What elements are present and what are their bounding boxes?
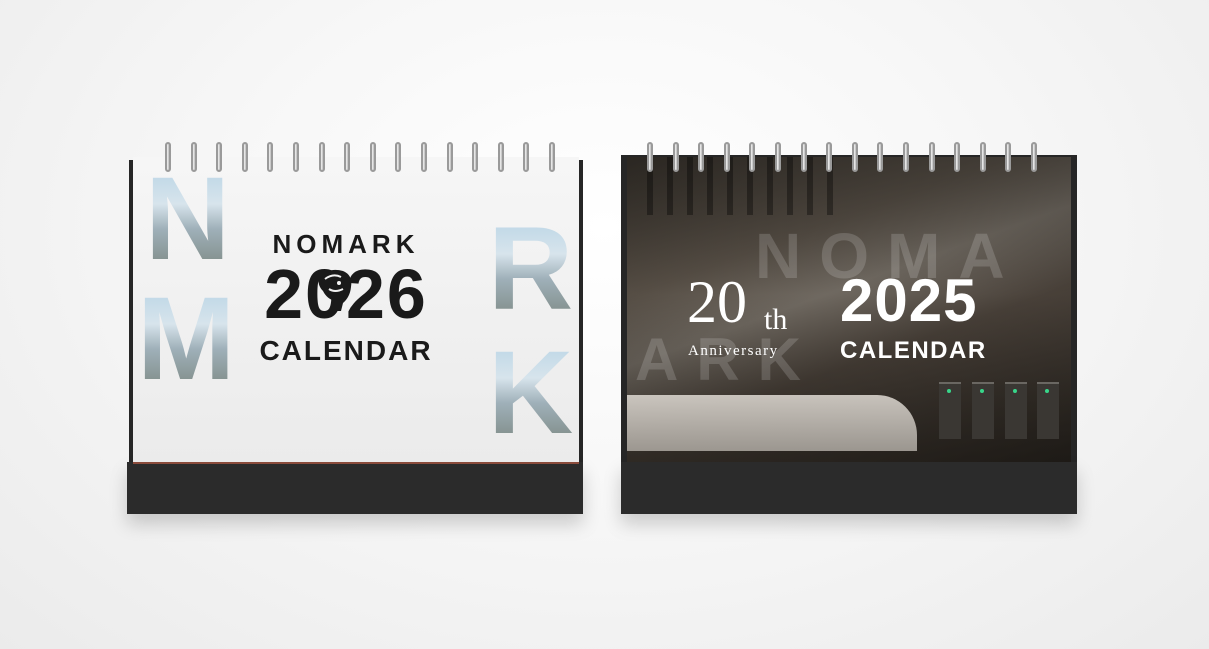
right-spiral-binding <box>647 142 1057 172</box>
reception-desk <box>627 395 917 451</box>
right-calendar-stand-base <box>621 462 1077 514</box>
anniversary-number: 20 <box>687 269 747 335</box>
left-calendar-stand-base <box>127 462 583 514</box>
calendar-subtitle: CALENDAR <box>840 337 987 364</box>
desk-calendar-mockup-scene: { "left_calendar": { "brand": "NOMARK", … <box>0 0 1209 649</box>
left-calendar-cover: N M R K NOMARK 2026 CALENDAR <box>133 157 579 464</box>
calendar-year: 2025 <box>840 267 978 334</box>
anniversary-label: Anniversary <box>688 343 779 359</box>
anniversary-suffix: th <box>764 303 788 336</box>
left-spiral-binding <box>165 142 575 172</box>
calendar-subtitle: CALENDAR <box>259 335 433 366</box>
right-calendar-cover: NOMA ARK 20 th Anniversary 2025 CALENDAR <box>627 157 1071 462</box>
horse-mascot-icon <box>318 269 352 311</box>
